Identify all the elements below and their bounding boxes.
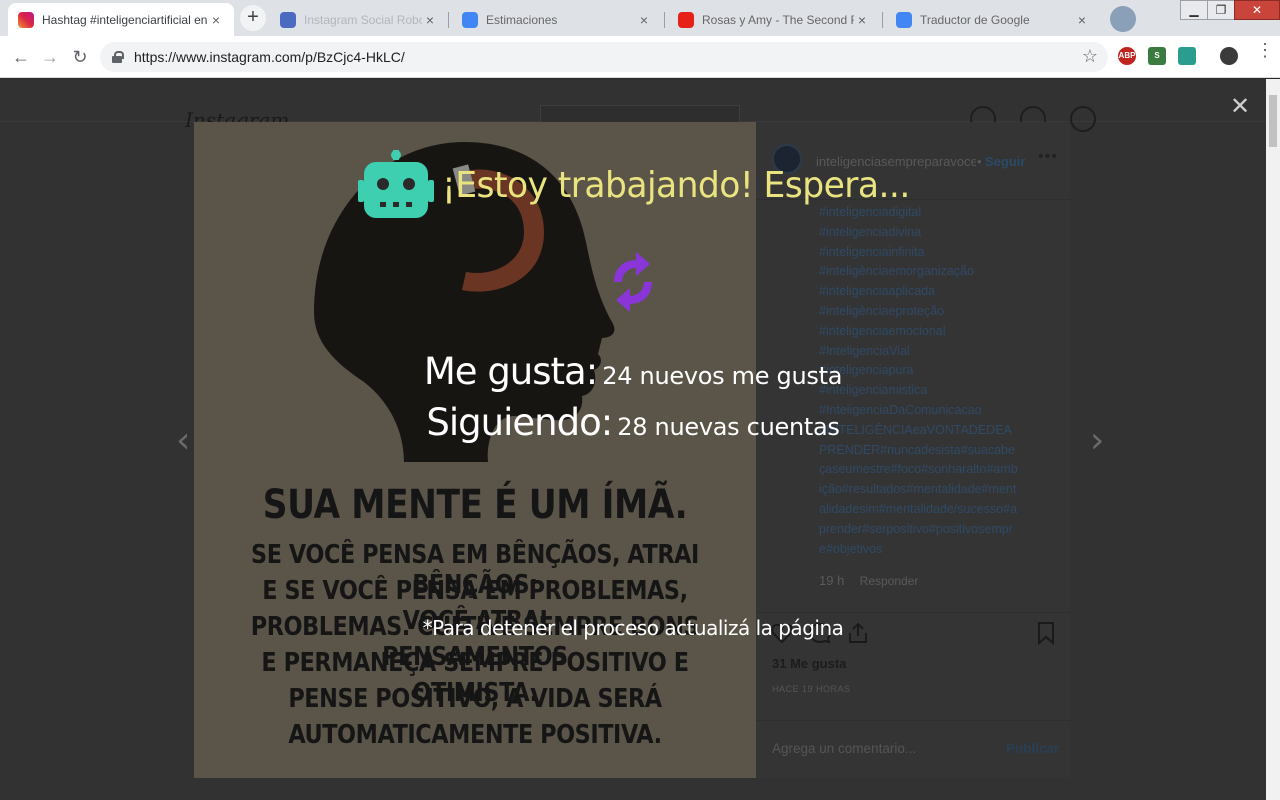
profile-icon[interactable] [1070, 106, 1096, 132]
tab-background-2[interactable]: Estimaciones × [452, 3, 662, 36]
tab-close-icon[interactable]: × [422, 12, 438, 28]
tab-title: Hashtag #inteligenciartificial en [42, 12, 208, 27]
close-window-button[interactable]: ✕ [1234, 0, 1280, 20]
instagram-favicon-icon [18, 11, 34, 28]
page-scrollbar[interactable] [1266, 79, 1280, 800]
following-label: Siguiendo: [426, 401, 613, 444]
tab-background-3[interactable]: Rosas y Amy - The Second Ro × [668, 3, 880, 36]
browser-toolbar: ← → ↻ https://www.instagram.com/p/BzCjc4… [0, 36, 1280, 78]
sync-spinner-icon [614, 252, 652, 312]
bookmark-star-icon[interactable]: ☆ [1082, 46, 1098, 67]
tab-close-icon[interactable]: × [854, 12, 870, 28]
following-value: 28 nuevas cuentas [617, 413, 840, 441]
close-modal-button[interactable]: ✕ [1230, 92, 1250, 121]
previous-post-arrow[interactable]: ‹ [176, 420, 190, 461]
url-text: https://www.instagram.com/p/BzCjc4-HkLC/ [134, 49, 405, 65]
likes-stat: Me gusta: 24 nuevos me gusta [400, 350, 866, 393]
forward-button[interactable]: → [37, 44, 63, 70]
docs-favicon-icon [462, 11, 478, 28]
reload-button[interactable]: ↻ [67, 44, 93, 70]
bot-status-overlay [194, 122, 1070, 778]
scrollbar-thumb[interactable] [1269, 95, 1277, 147]
likes-value: 24 nuevos me gusta [602, 362, 843, 390]
back-button[interactable]: ← [8, 44, 34, 70]
tab-background-1[interactable]: Instagram Social Robot - Editar × [270, 3, 448, 36]
likes-label: Me gusta: [423, 350, 598, 393]
tab-background-4[interactable]: Traductor de Google × [886, 3, 1100, 36]
tab-strip: Hashtag #inteligenciartificial en × + In… [0, 0, 1280, 36]
tab-title: Estimaciones [486, 12, 558, 27]
tab-title: Instagram Social Robot - Editar [304, 12, 422, 27]
adblock-extension-icon[interactable]: ABP [1118, 47, 1136, 65]
tab-title: Traductor de Google [920, 12, 1030, 27]
youtube-favicon-icon [678, 11, 694, 28]
stop-process-note: *Para detener el proceso actualizá la pá… [422, 616, 844, 640]
tab-instagram-hashtag[interactable]: Hashtag #inteligenciartificial en × [8, 3, 234, 36]
following-stat: Siguiendo: 28 nuevas cuentas [400, 401, 866, 444]
tab-close-icon[interactable]: × [208, 12, 224, 28]
translate-favicon-icon [896, 11, 912, 28]
browser-menu-icon[interactable]: ⋮ [1256, 41, 1274, 59]
profile-avatar-icon[interactable] [1220, 47, 1238, 65]
address-bar[interactable]: https://www.instagram.com/p/BzCjc4-HkLC/… [100, 42, 1108, 72]
next-post-arrow[interactable]: › [1090, 420, 1104, 461]
profile-avatar-icon[interactable] [1110, 6, 1136, 32]
bot-status-header: ¡Estoy trabajando! Espera... [358, 150, 929, 220]
tab-separator [448, 12, 449, 28]
bot-working-title: ¡Estoy trabajando! Espera... [442, 164, 910, 206]
robot-extension-icon[interactable] [1178, 47, 1196, 65]
tab-separator [664, 12, 665, 28]
new-tab-button[interactable]: + [240, 5, 266, 31]
tab-close-icon[interactable]: × [636, 12, 652, 28]
maximize-button[interactable]: ❐ [1207, 0, 1235, 20]
tab-title: Rosas y Amy - The Second Ro [702, 12, 854, 27]
minimize-button[interactable]: ▁ [1180, 0, 1208, 20]
s-extension-icon[interactable]: S [1148, 47, 1166, 65]
tab-favicon-icon [280, 11, 296, 28]
tab-separator [882, 12, 883, 28]
lock-icon [112, 51, 124, 63]
robot-icon [358, 150, 434, 218]
tab-close-icon[interactable]: × [1074, 12, 1090, 28]
